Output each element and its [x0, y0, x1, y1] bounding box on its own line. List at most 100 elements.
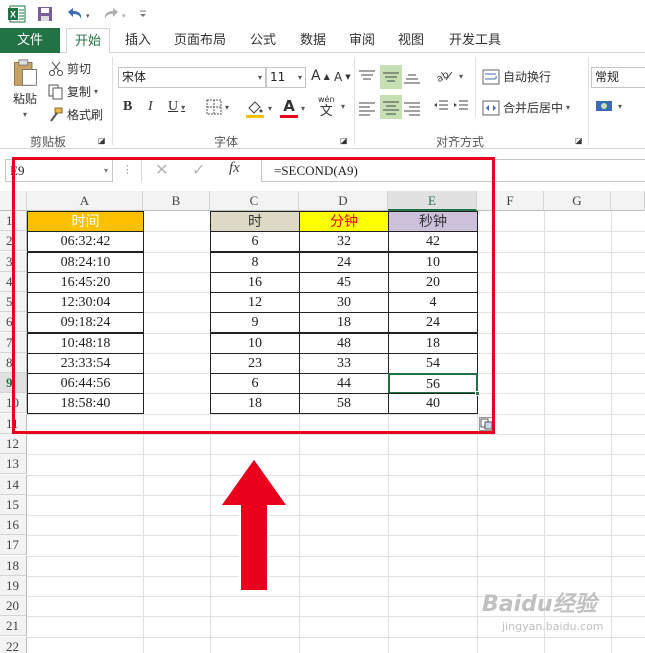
cell-time[interactable]: 06:32:42	[27, 231, 144, 252]
align-left-button[interactable]	[358, 97, 378, 119]
row-header-7[interactable]: 7	[0, 333, 27, 353]
clipboard-dialog-launcher-icon[interactable]: ◪	[98, 136, 106, 145]
cell-hour[interactable]: 18	[210, 393, 300, 414]
select-all-corner[interactable]	[0, 191, 27, 211]
row-header-8[interactable]: 8	[0, 353, 27, 373]
tab-data[interactable]: 数据	[292, 28, 334, 53]
orientation-button[interactable]: ab ▾	[434, 68, 463, 84]
cell-minute[interactable]: 33	[299, 353, 389, 374]
number-format-combo[interactable]: 常规	[591, 67, 645, 88]
row-header-20[interactable]: 20	[0, 596, 27, 616]
tab-developer[interactable]: 开发工具	[441, 28, 509, 53]
column-header-f[interactable]: F	[477, 191, 544, 211]
cell-minute[interactable]: 18	[299, 312, 389, 333]
column-header-c[interactable]: C	[210, 191, 299, 211]
row-header-21[interactable]: 21	[0, 616, 27, 636]
cell-time[interactable]: 18:58:40	[27, 393, 144, 414]
enter-check-icon[interactable]: ✓	[192, 160, 205, 179]
row-header-13[interactable]: 13	[0, 454, 27, 474]
font-size-combo[interactable]: 11 ▾	[266, 67, 306, 88]
row-header-17[interactable]: 17	[0, 535, 27, 555]
row-header-9[interactable]: 9	[0, 373, 27, 393]
align-top-button[interactable]	[358, 67, 378, 87]
fill-handle[interactable]	[475, 391, 480, 396]
cell-minute[interactable]: 48	[299, 333, 389, 354]
row-header-22[interactable]: 22	[0, 637, 27, 653]
shrink-font-button[interactable]: A ▼	[334, 70, 351, 84]
row-header-11[interactable]: 11	[0, 414, 27, 434]
tab-formulas[interactable]: 公式	[242, 28, 284, 53]
increase-indent-button[interactable]	[453, 98, 469, 114]
row-header-18[interactable]: 18	[0, 556, 27, 576]
tab-home[interactable]: 开始	[66, 28, 111, 54]
cell-hour[interactable]: 23	[210, 353, 300, 374]
underline-button[interactable]: U ▾	[168, 99, 185, 115]
cell-minute[interactable]: 58	[299, 393, 389, 414]
cell-time[interactable]: 09:18:24	[27, 312, 144, 333]
cell-second[interactable]: 20	[388, 272, 478, 293]
tab-view[interactable]: 视图	[390, 28, 432, 53]
header-minute[interactable]: 分钟	[299, 211, 389, 232]
borders-button[interactable]: ▾	[206, 99, 229, 115]
accounting-format-button[interactable]: ▾	[595, 98, 622, 114]
cell-time[interactable]: 23:33:54	[27, 353, 144, 374]
header-time[interactable]: 时间	[27, 211, 144, 232]
column-header-b[interactable]: B	[143, 191, 210, 211]
formula-input[interactable]: =SECOND(A9)	[261, 159, 645, 182]
active-cell[interactable]: 56	[388, 373, 478, 394]
column-header-e[interactable]: E	[388, 191, 477, 211]
cell-time[interactable]: 10:48:18	[27, 333, 144, 354]
font-color-button[interactable]: A ▾	[280, 98, 305, 118]
cell-second[interactable]: 42	[388, 231, 478, 252]
cell-time[interactable]: 08:24:10	[27, 252, 144, 273]
cell-second[interactable]: 24	[388, 312, 478, 333]
cell-time[interactable]: 06:44:56	[27, 373, 144, 394]
bold-button[interactable]: B	[123, 99, 132, 115]
row-header-12[interactable]: 12	[0, 434, 27, 454]
cell-second[interactable]: 40	[388, 393, 478, 414]
cell-second[interactable]: 4	[388, 292, 478, 313]
tab-file[interactable]: 文件	[0, 28, 60, 53]
row-header-6[interactable]: 6	[0, 312, 27, 332]
italic-button[interactable]: I	[148, 99, 153, 115]
column-header-g[interactable]: G	[544, 191, 611, 211]
cell-second[interactable]: 54	[388, 353, 478, 374]
align-bottom-button[interactable]	[403, 67, 423, 87]
cell-hour[interactable]: 16	[210, 272, 300, 293]
cell-minute[interactable]: 45	[299, 272, 389, 293]
cell-hour[interactable]: 6	[210, 373, 300, 394]
header-hour[interactable]: 时	[210, 211, 300, 232]
wrap-text-button[interactable]: 自动换行	[482, 68, 551, 85]
column-header-d[interactable]: D	[299, 191, 388, 211]
cell-hour[interactable]: 6	[210, 231, 300, 252]
cell-minute[interactable]: 44	[299, 373, 389, 394]
customize-qat-icon[interactable]	[136, 5, 150, 23]
row-header-4[interactable]: 4	[0, 272, 27, 292]
row-header-3[interactable]: 3	[0, 252, 27, 272]
tab-page-layout[interactable]: 页面布局	[166, 28, 234, 53]
phonetic-button[interactable]: wén 文	[318, 95, 335, 119]
fill-color-button[interactable]: ▾	[245, 98, 272, 118]
format-painter-button[interactable]: 格式刷	[48, 106, 103, 123]
header-second[interactable]: 秒钟	[388, 211, 478, 232]
row-header-10[interactable]: 10	[0, 393, 27, 413]
copy-button[interactable]: 复制 ▾	[48, 83, 98, 100]
paste-options-icon[interactable]	[479, 417, 494, 431]
undo-icon[interactable]: ▾	[64, 5, 94, 23]
cell-second[interactable]: 18	[388, 333, 478, 354]
merge-center-button[interactable]: 合并后居中 ▾	[482, 99, 570, 116]
paste-button[interactable]: 粘贴 ▾	[8, 59, 42, 119]
row-header-15[interactable]: 15	[0, 495, 27, 515]
row-header-2[interactable]: 2	[0, 231, 27, 251]
font-dialog-launcher-icon[interactable]: ◪	[340, 136, 348, 145]
alignment-dialog-launcher-icon[interactable]: ◪	[575, 136, 583, 145]
worksheet-grid[interactable]: A B C D E F G 1 2 3 4 5 6 7 8 9 10 11 12 13 14 15 16 17 1…	[0, 191, 645, 653]
cell-second[interactable]: 10	[388, 252, 478, 273]
cut-button[interactable]: 剪切	[48, 60, 91, 77]
column-header-h[interactable]	[611, 191, 645, 211]
row-header-16[interactable]: 16	[0, 515, 27, 535]
cell-hour[interactable]: 9	[210, 312, 300, 333]
insert-function-button[interactable]: fx	[229, 160, 240, 177]
cell-minute[interactable]: 32	[299, 231, 389, 252]
save-icon[interactable]	[36, 5, 54, 23]
